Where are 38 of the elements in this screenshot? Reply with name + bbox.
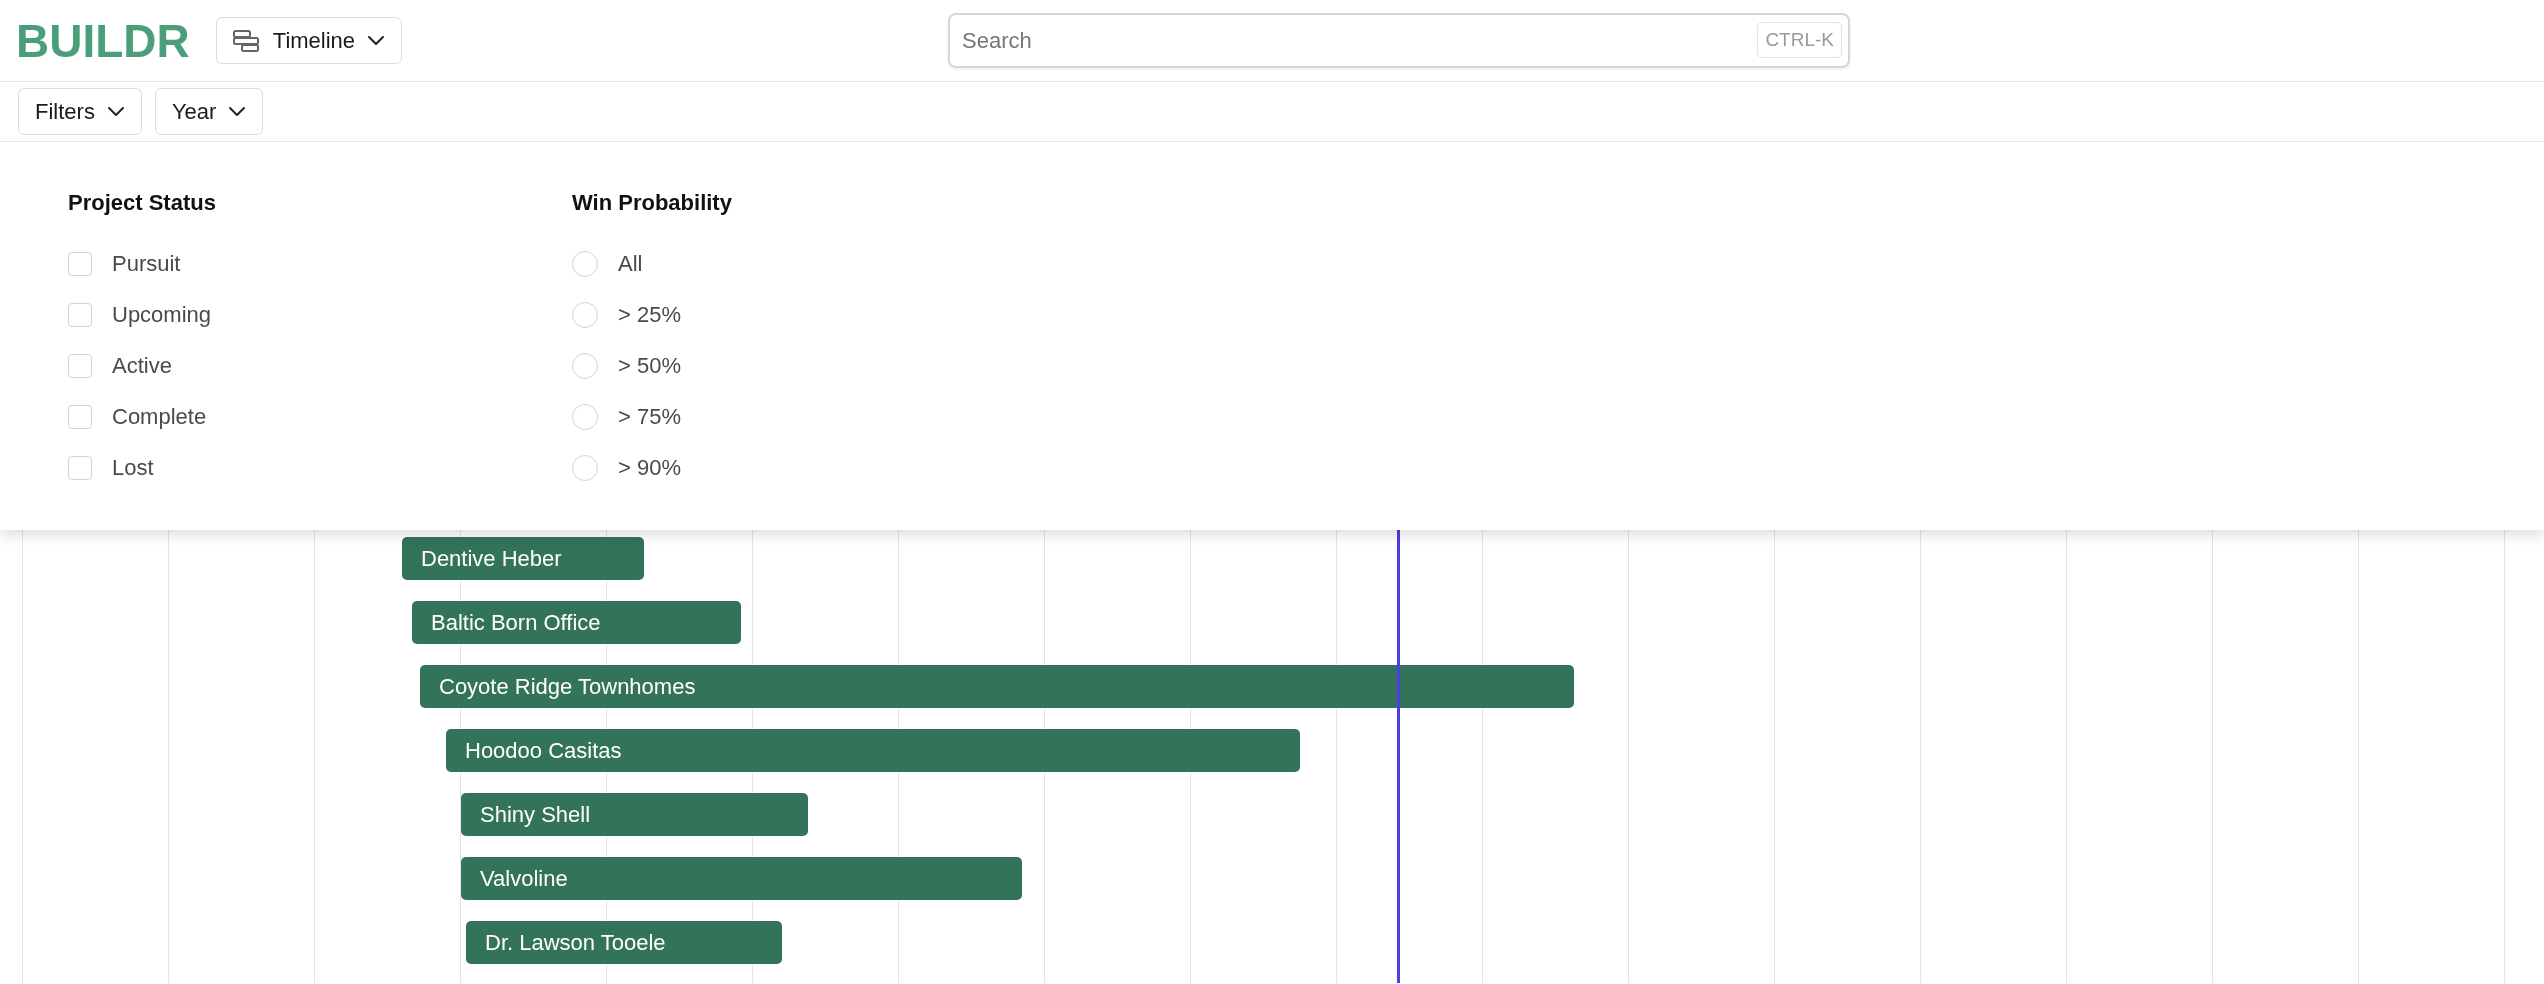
checkbox[interactable] <box>68 455 92 480</box>
option-label: > 25% <box>618 301 681 328</box>
radio-button[interactable] <box>572 301 598 328</box>
shortcut-hint: CTRL-K <box>1757 22 1842 58</box>
view-dropdown-button[interactable]: Timeline <box>215 17 403 64</box>
dropdown-button[interactable]: Year <box>154 88 264 135</box>
chevron-down-icon <box>106 106 125 117</box>
option-label: Pursuit <box>112 250 181 277</box>
radio-button[interactable] <box>572 454 598 481</box>
checkbox[interactable] <box>68 302 92 327</box>
section-title: Project Status <box>68 190 217 216</box>
option-label: Lost <box>112 454 154 481</box>
chevron-down-icon <box>367 35 386 46</box>
radio-button[interactable] <box>572 352 598 379</box>
chevron-down-icon <box>228 106 247 117</box>
logo: BUILDR <box>16 17 190 64</box>
project-bar[interactable]: Dentive Heber <box>402 537 644 580</box>
radio-button[interactable] <box>572 250 598 277</box>
project-bar[interactable]: Coyote Ridge Townhomes <box>420 665 1574 708</box>
section-title: Win Probability <box>572 190 733 216</box>
checkbox[interactable] <box>68 404 92 429</box>
option-label: > 90% <box>618 454 681 481</box>
checkbox[interactable] <box>68 353 92 378</box>
option-label: Active <box>112 352 172 379</box>
project-bar[interactable]: Hoodoo Casitas <box>446 729 1300 772</box>
timeline-icon <box>232 28 261 53</box>
project-bar[interactable]: Shiny Shell <box>461 793 808 836</box>
radio-button[interactable] <box>572 403 598 430</box>
option-label: > 75% <box>618 403 681 430</box>
option-label: All <box>618 250 643 277</box>
project-bar[interactable]: Valvoline <box>461 857 1022 900</box>
project-bar[interactable]: Baltic Born Office <box>412 601 741 644</box>
dropdown-button[interactable]: Filters <box>18 88 142 135</box>
option-label: Complete <box>112 403 207 430</box>
project-bar[interactable]: Dr. Lawson Tooele <box>466 921 782 964</box>
option-label: > 50% <box>618 352 681 379</box>
checkbox[interactable] <box>68 251 92 276</box>
option-label: Upcoming <box>112 301 212 328</box>
